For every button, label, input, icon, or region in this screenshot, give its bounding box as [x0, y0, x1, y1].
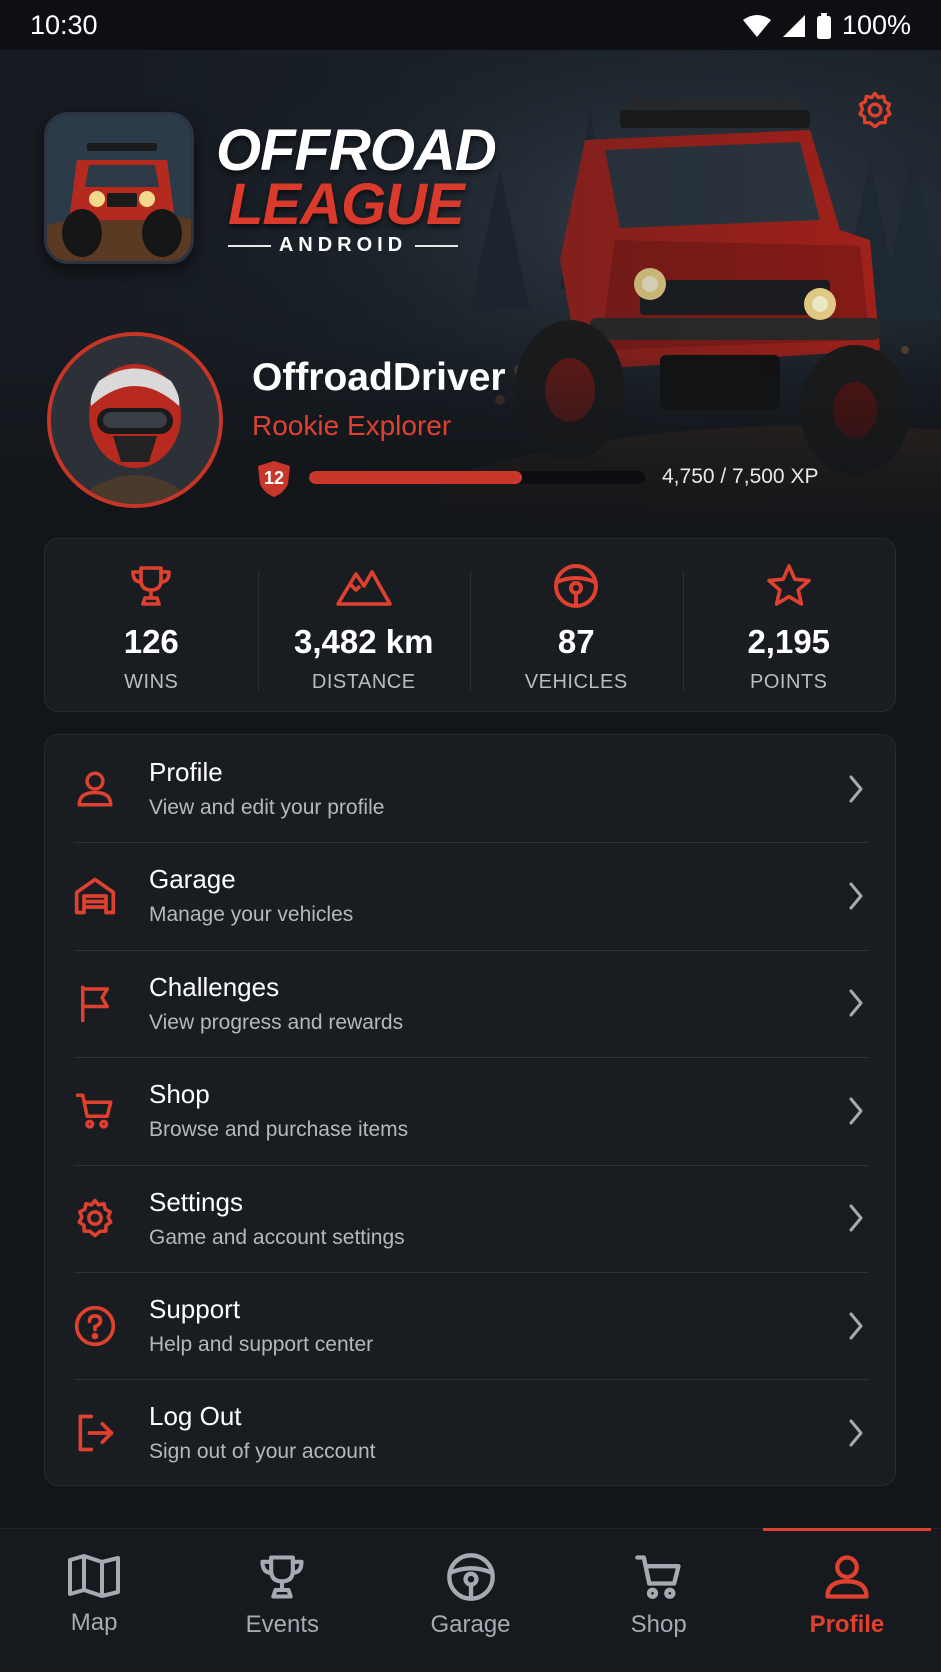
menu-item-subtitle: Help and support center — [149, 1332, 374, 1356]
cart-icon — [75, 1093, 113, 1129]
xp-progress-fill — [309, 471, 522, 484]
nav-garage[interactable]: Garage — [376, 1529, 564, 1672]
gear-icon — [77, 1199, 113, 1238]
chevron-right-icon — [849, 882, 863, 910]
menu-item-title: Support — [149, 1293, 241, 1324]
menu-item-subtitle: View and edit your profile — [149, 796, 385, 819]
cart-icon — [634, 1555, 681, 1599]
nav-label: Events — [245, 1611, 319, 1638]
menu-item-title: Profile — [149, 757, 223, 787]
stat-label: POINTS — [750, 671, 828, 693]
chevron-right-icon — [849, 775, 863, 803]
nav-events[interactable]: Events — [188, 1529, 376, 1672]
stat-label: WINS — [124, 671, 179, 693]
chevron-right-icon — [849, 989, 863, 1017]
nav-profile[interactable]: Profile — [753, 1528, 941, 1672]
mountain-icon — [335, 570, 392, 606]
logout-icon — [78, 1414, 114, 1452]
logo-subtitle: ANDROID — [228, 234, 458, 257]
help-icon — [74, 1305, 116, 1346]
flag-icon — [81, 985, 109, 1023]
menu-item-settings[interactable]: Settings Game and account settings — [45, 1164, 895, 1272]
xp-text: 4,750 / 7,500 XP — [662, 465, 819, 488]
bottom-navigation: Map Events Garage Shop Profile — [0, 1528, 941, 1672]
chevron-right-icon — [849, 1097, 863, 1125]
menu-item-subtitle: Sign out of your account — [149, 1440, 376, 1464]
trophy-icon — [131, 566, 172, 606]
signal-icon — [782, 14, 805, 37]
menu-item-title: Settings — [149, 1186, 243, 1217]
trophy-icon — [260, 1555, 304, 1599]
username: OffroadDriver — [252, 356, 506, 399]
stat-value: 126 — [123, 623, 179, 660]
avatar[interactable] — [47, 332, 223, 508]
nav-label: Shop — [630, 1611, 687, 1638]
nav-label: Map — [70, 1609, 118, 1636]
user-icon — [77, 771, 113, 807]
menu-item-garage[interactable]: Garage Manage your vehicles — [45, 842, 895, 949]
stat-vehicles: 87 VEHICLES — [470, 539, 683, 711]
menu-item-logout[interactable]: Log Out Sign out of your account — [45, 1379, 895, 1485]
player-rank: Rookie Explorer — [252, 410, 452, 441]
menu-item-subtitle: Manage your vehicles — [149, 903, 354, 927]
menu-item-title: Challenges — [149, 971, 280, 1002]
wifi-icon — [742, 14, 771, 37]
app-icon — [44, 112, 194, 264]
nav-shop[interactable]: Shop — [565, 1529, 753, 1672]
menu-item-subtitle: Game and account settings — [149, 1225, 405, 1249]
user-icon — [825, 1555, 869, 1599]
level-number: 12 — [263, 468, 285, 488]
stat-label: DISTANCE — [311, 671, 416, 693]
stat-value: 2,195 — [747, 623, 831, 660]
menu-item-title: Garage — [149, 864, 236, 895]
menu-list: Profile View and edit your profile Garag… — [44, 734, 896, 1486]
stat-points: 2,195 POINTS — [682, 539, 896, 711]
menu-item-title: Shop — [149, 1079, 210, 1110]
stat-value: 87 — [557, 623, 595, 660]
map-icon — [68, 1554, 121, 1598]
xp-progress-bar — [309, 471, 645, 484]
logo-title-line2: LEAGUE — [228, 172, 465, 237]
menu-item-subtitle: Browse and purchase items — [149, 1118, 409, 1142]
nav-label: Profile — [809, 1611, 885, 1638]
battery-percent: 100% — [841, 10, 911, 40]
menu-item-shop[interactable]: Shop Browse and purchase items — [45, 1057, 895, 1164]
header-settings-button[interactable] — [853, 88, 897, 132]
logo-subtitle-text: ANDROID — [278, 234, 408, 256]
stat-wins: 126 WINS — [45, 539, 258, 711]
stat-label: VEHICLES — [524, 671, 628, 693]
status-bar: 10:30 100% — [0, 0, 941, 50]
nav-map[interactable]: Map — [0, 1529, 188, 1672]
stat-value: 3,482 km — [294, 623, 434, 660]
stats-card: 126 WINS 3,482 km DISTANCE 87 VEHICLES 2… — [44, 538, 896, 712]
chevron-right-icon — [849, 1204, 863, 1232]
steering-wheel-icon — [446, 1553, 495, 1601]
stat-distance: 3,482 km DISTANCE — [257, 539, 471, 711]
gear-icon — [858, 91, 892, 129]
menu-item-title: Log Out — [149, 1401, 242, 1432]
menu-item-challenges[interactable]: Challenges View progress and rewards — [45, 949, 895, 1057]
battery-icon — [816, 12, 831, 39]
status-time: 10:30 — [30, 10, 98, 40]
menu-item-profile[interactable]: Profile View and edit your profile — [45, 735, 895, 842]
star-icon — [766, 564, 811, 606]
menu-item-subtitle: View progress and rewards — [149, 1010, 404, 1034]
garage-icon — [74, 877, 116, 915]
menu-item-support[interactable]: Support Help and support center — [45, 1271, 895, 1379]
status-icons: 100% — [742, 10, 911, 41]
chevron-right-icon — [849, 1312, 863, 1340]
chevron-right-icon — [849, 1419, 863, 1447]
nav-label: Garage — [430, 1611, 511, 1638]
steering-wheel-icon — [554, 564, 599, 608]
level-badge: 12 — [256, 460, 292, 498]
